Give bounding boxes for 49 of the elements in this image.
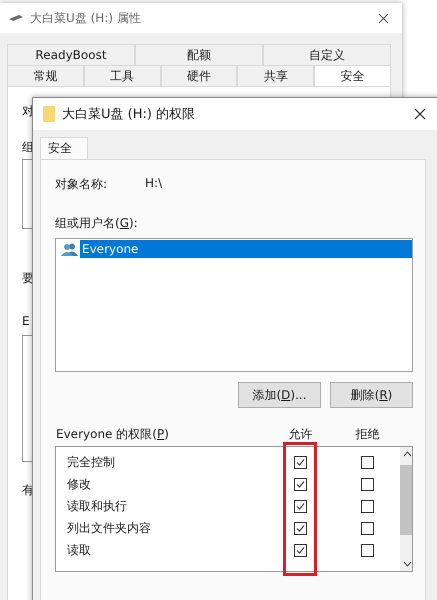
dialog-button[interactable]: 删除(R) xyxy=(330,382,413,408)
checkbox[interactable] xyxy=(360,500,374,512)
user-item[interactable]: Everyone xyxy=(80,240,412,258)
label: 组 xyxy=(22,139,34,156)
permission-name: 完全控制 xyxy=(66,454,116,470)
close-icon[interactable] xyxy=(414,108,426,120)
scroll-up-icon[interactable] xyxy=(403,451,412,457)
object-name-label: 对象名称: xyxy=(55,176,108,193)
groups-label: 组或用户名(G): xyxy=(55,215,139,232)
checkbox[interactable] xyxy=(360,456,374,468)
checkbox[interactable] xyxy=(294,522,307,534)
checkbox[interactable] xyxy=(360,478,374,490)
checkbox[interactable] xyxy=(360,544,374,556)
folder-icon xyxy=(43,106,55,122)
permission-name: 读取 xyxy=(66,542,92,558)
checkbox[interactable] xyxy=(294,478,307,490)
checkbox[interactable] xyxy=(294,544,307,556)
tab[interactable]: 常规 xyxy=(7,65,84,86)
permission-name: 修改 xyxy=(66,476,92,492)
window-title: 大白菜U盘 (H:) 的权限 xyxy=(62,106,196,123)
label: E xyxy=(22,314,30,328)
tab[interactable]: 安全 xyxy=(40,137,88,159)
label: 有 xyxy=(22,482,34,499)
tab[interactable]: 工具 xyxy=(84,65,161,86)
permissions-label: Everyone 的权限(P) xyxy=(55,426,170,442)
tab[interactable]: 硬件 xyxy=(160,65,238,86)
scroll-down-icon[interactable] xyxy=(403,561,412,567)
tab[interactable]: 配额 xyxy=(135,44,263,65)
scroll-thumb[interactable] xyxy=(400,465,412,535)
dialog-button[interactable]: 添加(D)... xyxy=(238,382,321,408)
tab[interactable]: 自定义 xyxy=(263,44,391,65)
checkbox[interactable] xyxy=(360,522,374,534)
tab[interactable]: 共享 xyxy=(237,65,314,86)
checkbox[interactable] xyxy=(294,456,307,468)
tab[interactable]: 安全 xyxy=(314,65,391,86)
label: 要 xyxy=(22,270,34,287)
window-title: 大白菜U盘 (H:) 属性 xyxy=(30,10,141,26)
scrollbar[interactable] xyxy=(400,447,412,571)
column-header: 拒绝 xyxy=(354,426,380,442)
users-icon xyxy=(61,242,79,256)
permission-name: 读取和执行 xyxy=(66,498,128,514)
close-icon[interactable] xyxy=(378,13,389,24)
drive-icon xyxy=(8,13,24,23)
permission-name: 列出文件夹内容 xyxy=(66,520,152,536)
column-header: 允许 xyxy=(288,426,314,442)
checkbox[interactable] xyxy=(294,500,307,512)
object-name: H:\ xyxy=(145,176,162,192)
tab[interactable]: ReadyBoost xyxy=(7,44,135,65)
label: 对 xyxy=(22,103,34,120)
